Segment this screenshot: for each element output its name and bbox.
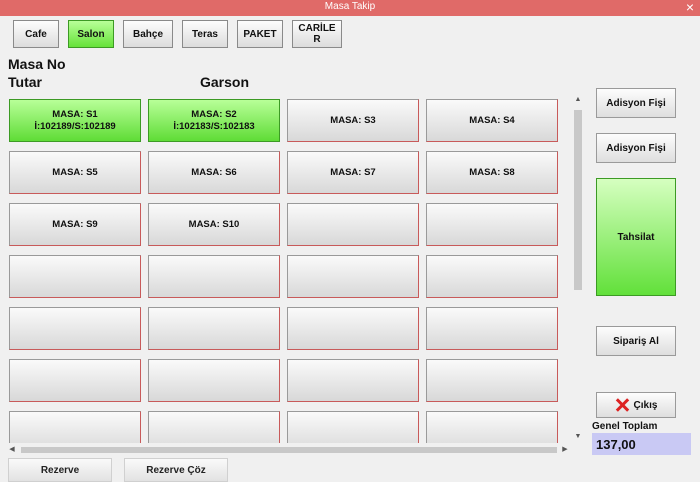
table-button[interactable] [148, 307, 280, 350]
total-label: Genel Toplam [592, 421, 658, 432]
table-name: MASA: S2 [191, 108, 237, 120]
title-bar: Masa Takip × [0, 0, 700, 16]
horizontal-scrollbar[interactable]: ◀ ▶ [7, 445, 570, 455]
adisyon-fisi-button-2[interactable]: Adisyon Fişi [596, 133, 676, 163]
table-button[interactable]: MASA: S9 [9, 203, 141, 246]
siparis-al-button[interactable]: Sipariş Al [596, 326, 676, 356]
total-value: 137,00 [592, 433, 691, 455]
table-button[interactable]: MASA: S4 [426, 99, 558, 142]
table-button[interactable]: MASA: S5 [9, 151, 141, 194]
tutar-label: Tutar [8, 74, 42, 90]
cikis-label: Çıkış [633, 399, 658, 411]
scroll-left-icon[interactable]: ◀ [7, 445, 17, 455]
table-name: MASA: S8 [469, 166, 515, 178]
table-button[interactable]: MASA: S3 [287, 99, 419, 142]
garson-label: Garson [200, 74, 250, 90]
table-button[interactable] [9, 359, 141, 402]
tahsilat-button[interactable]: Tahsilat [596, 178, 676, 296]
table-button[interactable] [287, 307, 419, 350]
table-button[interactable]: MASA: S2 İ:102183/S:102183 [148, 99, 280, 142]
adisyon-fisi-button-1[interactable]: Adisyon Fişi [596, 88, 676, 118]
tab-paket[interactable]: PAKET [237, 20, 283, 48]
rezerve-button[interactable]: Rezerve [8, 458, 112, 482]
table-button[interactable] [148, 255, 280, 298]
table-button[interactable] [148, 359, 280, 402]
scroll-down-icon[interactable]: ▼ [572, 433, 584, 443]
table-name: MASA: S3 [330, 114, 376, 126]
cikis-button[interactable]: Çıkış [596, 392, 676, 418]
table-info: İ:102183/S:102183 [173, 120, 255, 132]
table-button[interactable] [9, 307, 141, 350]
vertical-scrollbar[interactable]: ▲ ▼ [572, 96, 584, 443]
scroll-up-icon[interactable]: ▲ [572, 96, 584, 106]
table-button[interactable] [287, 255, 419, 298]
scroll-thumb-h[interactable] [21, 447, 557, 453]
masa-no-label: Masa No [8, 56, 66, 72]
table-name: MASA: S10 [188, 218, 240, 230]
table-button[interactable] [426, 411, 558, 443]
close-icon[interactable]: × [686, 0, 694, 15]
table-button[interactable] [287, 411, 419, 443]
table-grid: MASA: S1 İ:102189/S:102189 MASA: S2 İ:10218… [7, 96, 560, 443]
window-title: Masa Takip [324, 1, 376, 12]
table-info: İ:102189/S:102189 [34, 120, 116, 132]
table-button[interactable] [426, 359, 558, 402]
tab-bahce[interactable]: Bahçe [123, 20, 173, 48]
table-name: MASA: S7 [330, 166, 376, 178]
table-name: MASA: S4 [469, 114, 515, 126]
table-button[interactable] [426, 203, 558, 246]
table-button[interactable]: MASA: S6 [148, 151, 280, 194]
exit-x-icon [615, 398, 629, 412]
table-button[interactable]: MASA: S8 [426, 151, 558, 194]
scroll-thumb[interactable] [574, 110, 582, 290]
table-button[interactable] [426, 255, 558, 298]
table-button[interactable] [426, 307, 558, 350]
table-button[interactable]: MASA: S10 [148, 203, 280, 246]
tab-teras[interactable]: Teras [182, 20, 228, 48]
table-name: MASA: S6 [191, 166, 237, 178]
table-button[interactable] [287, 203, 419, 246]
table-button[interactable] [287, 359, 419, 402]
table-name: MASA: S9 [52, 218, 98, 230]
table-button[interactable]: MASA: S1 İ:102189/S:102189 [9, 99, 141, 142]
tab-salon[interactable]: Salon [68, 20, 114, 48]
table-button[interactable] [148, 411, 280, 443]
rezerve-coz-button[interactable]: Rezerve Çöz [124, 458, 228, 482]
table-button[interactable] [9, 411, 141, 443]
table-name: MASA: S5 [52, 166, 98, 178]
table-button[interactable]: MASA: S7 [287, 151, 419, 194]
tab-cafe[interactable]: Cafe [13, 20, 59, 48]
table-name: MASA: S1 [52, 108, 98, 120]
table-button[interactable] [9, 255, 141, 298]
scroll-right-icon[interactable]: ▶ [560, 445, 570, 455]
tab-cariler[interactable]: CARİLE R [292, 20, 342, 48]
